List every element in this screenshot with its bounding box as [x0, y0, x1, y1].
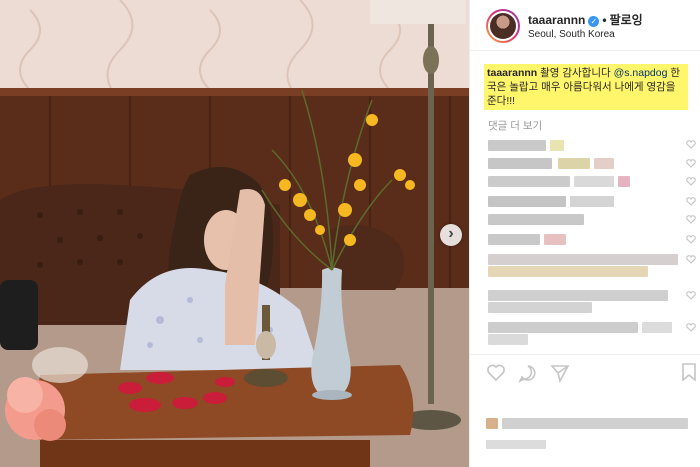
comment-row [488, 266, 678, 278]
next-arrow-icon[interactable]: › [440, 224, 462, 246]
heart-icon [686, 197, 696, 206]
heart-icon [686, 215, 696, 224]
post-date [486, 440, 576, 450]
comment-row [488, 214, 678, 226]
comment-row [488, 140, 678, 152]
heart-icon [686, 235, 696, 244]
comment-icon[interactable] [518, 363, 538, 383]
photo-scene [0, 0, 469, 467]
comment-row [488, 290, 678, 302]
comment-like-icons [686, 140, 696, 332]
post-header: taaarannn ✓ • 팔로잉 Seoul, South Korea [470, 0, 700, 48]
heart-icon [686, 140, 696, 149]
likes-row [486, 418, 691, 430]
heart-icon [686, 255, 696, 264]
caption-mention-link[interactable]: @s.napdog [614, 67, 668, 79]
username-link[interactable]: taaarannn [528, 13, 585, 27]
comment-row [488, 302, 678, 314]
location-link[interactable]: Seoul, South Korea [528, 29, 615, 40]
post-side-panel: taaarannn ✓ • 팔로잉 Seoul, South Korea taaara… [469, 0, 700, 467]
heart-icon[interactable] [486, 363, 506, 383]
comment-row [488, 234, 678, 246]
follow-button[interactable]: 팔로잉 [610, 13, 643, 27]
share-icon[interactable] [550, 363, 570, 383]
post-caption: taaarannn 촬영 감사합니다 @s.napdog 한국은 놀랍고 매우 … [484, 64, 688, 110]
avatar[interactable] [486, 9, 520, 43]
caption-username[interactable]: taaarannn [487, 67, 537, 79]
heart-icon [686, 177, 696, 186]
header-user-row: taaarannn ✓ • 팔로잉 [528, 11, 643, 28]
caption-text-before: 촬영 감사합니다 [537, 67, 614, 79]
bookmark-icon[interactable] [682, 363, 696, 381]
heart-icon [686, 323, 696, 332]
action-bar [486, 363, 686, 385]
view-more-comments-button[interactable]: 댓글 더 보기 [488, 118, 542, 133]
heart-icon [686, 291, 696, 300]
header-dot: • [602, 13, 607, 27]
actions-divider [470, 354, 700, 355]
avatar-image [490, 13, 516, 39]
comment-row [488, 196, 678, 208]
comment-row [488, 254, 678, 266]
comment-row [488, 158, 678, 170]
verified-badge-icon: ✓ [588, 16, 600, 27]
comment-row [488, 176, 678, 188]
heart-icon [686, 159, 696, 168]
comment-row [488, 322, 678, 334]
header-divider [470, 50, 700, 51]
post-photo[interactable]: › [0, 0, 469, 467]
comment-row [488, 334, 678, 346]
